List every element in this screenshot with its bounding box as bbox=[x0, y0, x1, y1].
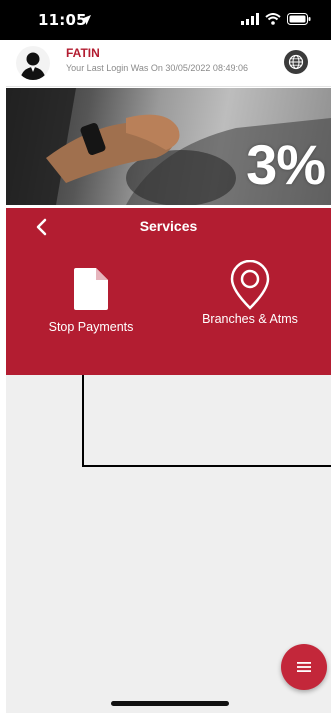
wifi-icon bbox=[265, 13, 281, 25]
menu-icon bbox=[297, 662, 311, 672]
menu-fab-button[interactable] bbox=[281, 644, 327, 690]
language-button[interactable] bbox=[284, 50, 308, 74]
location-arrow-icon bbox=[81, 15, 91, 25]
document-icon bbox=[74, 268, 108, 310]
branches-atms-button[interactable]: Branches & Atms bbox=[175, 260, 325, 358]
location-pin-icon bbox=[230, 260, 270, 310]
user-header: FATIN Your Last Login Was On 30/05/2022 … bbox=[6, 40, 331, 87]
signal-icon bbox=[241, 13, 259, 25]
service-label-stop-payments: Stop Payments bbox=[48, 320, 134, 334]
user-name: FATIN bbox=[66, 46, 100, 60]
last-login-text: Your Last Login Was On 30/05/2022 08:49:… bbox=[66, 63, 248, 73]
battery-icon bbox=[287, 13, 311, 25]
annotation-line-horizontal bbox=[82, 465, 331, 467]
stop-payments-button[interactable]: Stop Payments bbox=[16, 268, 166, 358]
user-avatar-icon bbox=[20, 52, 46, 80]
services-title: Services bbox=[139, 218, 198, 234]
globe-icon bbox=[288, 54, 304, 70]
promo-banner[interactable]: 3% bbox=[6, 88, 331, 205]
services-panel: Services Stop Payments Branches & Atms bbox=[6, 208, 331, 375]
home-indicator[interactable] bbox=[111, 701, 229, 706]
annotation-line-vertical bbox=[82, 375, 84, 467]
avatar bbox=[16, 46, 50, 80]
service-label-branches-atms: Branches & Atms bbox=[202, 312, 298, 326]
status-indicators bbox=[241, 12, 311, 26]
status-bar: 11:05 bbox=[0, 0, 331, 40]
banner-percentage: 3% bbox=[246, 133, 326, 196]
